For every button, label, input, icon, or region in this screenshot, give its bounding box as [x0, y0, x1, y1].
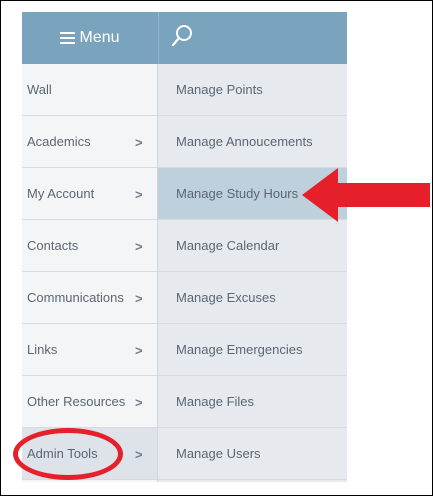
submenu-item-manage-emergencies[interactable]: Manage Emergencies — [158, 324, 347, 376]
sidebar-item-my-account[interactable]: My Account > — [22, 168, 158, 220]
submenu-item-label: Manage Emergencies — [176, 342, 303, 357]
submenu-item-manage-points[interactable]: Manage Points — [158, 64, 347, 116]
chevron-right-icon: > — [135, 342, 143, 358]
submenu-item-label: Manage Calendar — [176, 238, 280, 253]
search-button[interactable] — [159, 12, 211, 64]
sidebar-item-other-resources[interactable]: Other Resources > — [22, 376, 158, 428]
sidebar-item-label: Academics — [27, 134, 91, 149]
main-menu: Wall Academics > My Account > Contacts >… — [22, 64, 158, 482]
submenu-item-manage-users[interactable]: Manage Users — [158, 428, 347, 480]
chevron-right-icon: > — [135, 290, 143, 306]
chevron-right-icon: > — [135, 134, 143, 150]
hamburger-icon — [60, 32, 76, 44]
submenu-item-label: Manage Excuses — [176, 290, 276, 305]
sidebar-item-label: Wall — [27, 82, 52, 97]
submenu-item-manage-calendar[interactable]: Manage Calendar — [158, 220, 347, 272]
submenu-item-label: Manage Points — [176, 82, 263, 97]
chevron-right-icon: > — [135, 394, 143, 410]
sidebar-item-communications[interactable]: Communications > — [22, 272, 158, 324]
highlight-circle — [13, 428, 123, 480]
menu-label: Menu — [79, 29, 120, 46]
red-arrow-icon — [302, 168, 430, 222]
sidebar-item-links[interactable]: Links > — [22, 324, 158, 376]
chevron-right-icon: > — [135, 186, 143, 202]
menu-button[interactable]: Menu — [22, 12, 158, 64]
submenu-item-manage-files[interactable]: Manage Files — [158, 376, 347, 428]
sidebar-item-label: My Account — [27, 186, 95, 201]
submenu-item-manage-annoucements[interactable]: Manage Annoucements — [158, 116, 347, 168]
sidebar-item-label: Links — [27, 342, 58, 357]
sidebar-item-label: Other Resources — [27, 394, 126, 409]
sidebar-item-contacts[interactable]: Contacts > — [22, 220, 158, 272]
submenu-item-label: Manage Annoucements — [176, 134, 313, 149]
submenu-item-label: Manage Users — [176, 446, 261, 461]
submenu-item-manage-excuses[interactable]: Manage Excuses — [158, 272, 347, 324]
submenu-item-label: Manage Files — [176, 394, 255, 409]
sidebar-item-academics[interactable]: Academics > — [22, 116, 158, 168]
chevron-right-icon: > — [135, 446, 143, 462]
submenu-item-label: Manage Study Hours — [176, 186, 299, 201]
admin-tools-submenu: Manage Points Manage Annoucements Manage… — [158, 64, 347, 482]
top-bar: Menu — [22, 12, 347, 64]
sidebar-item-label: Communications — [27, 290, 124, 305]
sidebar-item-wall[interactable]: Wall — [22, 64, 158, 116]
sidebar-item-label: Contacts — [27, 238, 79, 253]
chevron-right-icon: > — [135, 238, 143, 254]
search-icon — [171, 25, 192, 47]
